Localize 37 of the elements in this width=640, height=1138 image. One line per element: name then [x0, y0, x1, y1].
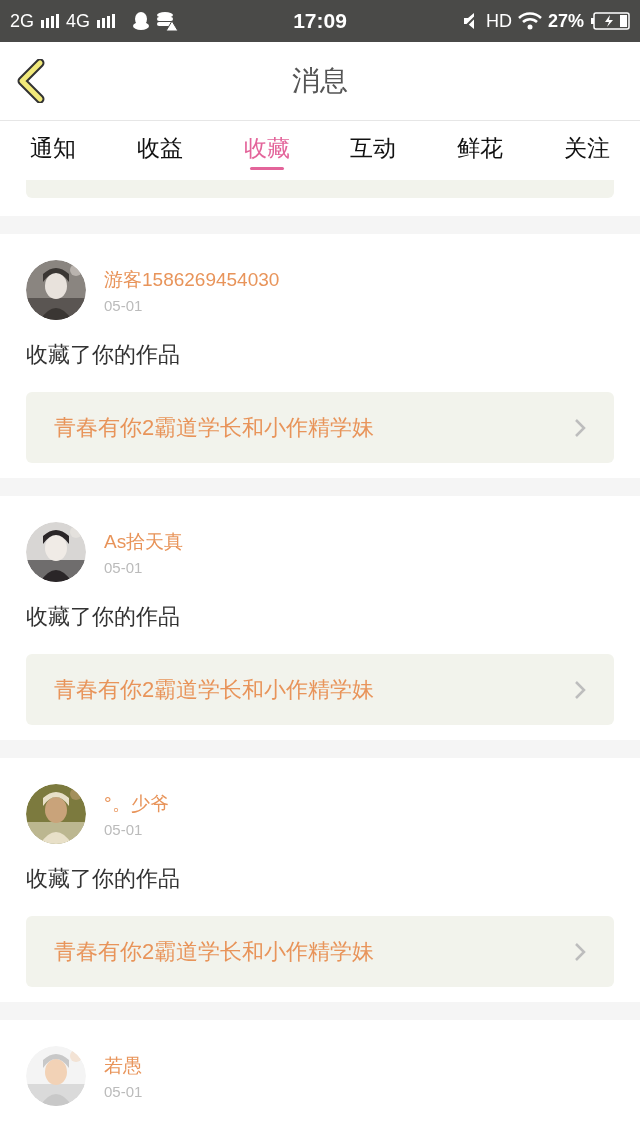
- work-link[interactable]: 青春有你2霸道学长和小作精学妹: [26, 654, 614, 725]
- user-name[interactable]: 若愚: [104, 1052, 143, 1079]
- hd-label: HD: [485, 10, 512, 32]
- user-name[interactable]: °。少爷: [104, 790, 169, 817]
- action-text: 收藏了你的作品: [26, 341, 181, 369]
- network-label: 2G: [10, 10, 34, 32]
- chevron-right-icon: [574, 941, 586, 962]
- tab[interactable]: 关注: [537, 121, 637, 180]
- user-name[interactable]: 游客1586269454030: [104, 266, 280, 293]
- date-text: 05-01: [104, 296, 144, 314]
- date-text: 05-01: [104, 820, 144, 838]
- clock-time: 17:09: [293, 9, 347, 33]
- wifi-icon: [517, 12, 542, 30]
- tab[interactable]: 通知: [4, 121, 103, 180]
- work-link[interactable]: 青春有你2霸道学长和小作精学妹: [26, 392, 614, 463]
- database-warning-icon: [156, 11, 179, 31]
- penguin-icon: [132, 11, 151, 31]
- chevron-right-icon: [574, 417, 586, 438]
- action-text: 收藏了你的作品: [26, 865, 181, 893]
- back-icon: [16, 59, 46, 103]
- tab[interactable]: 鲜花: [430, 121, 530, 180]
- date-text: 05-01: [104, 558, 144, 576]
- user-name[interactable]: As拾天真: [104, 528, 184, 555]
- battery-percent: 27%: [547, 10, 584, 32]
- work-link[interactable]: 青春有你2霸道学长和小作精学妹: [26, 916, 614, 987]
- signal-icon: [96, 14, 117, 28]
- date-text: 05-01: [104, 1082, 143, 1100]
- chevron-right-icon: [574, 679, 586, 700]
- action-text: 收藏了你的作品: [26, 603, 181, 631]
- tab[interactable]: 互动: [324, 121, 423, 180]
- battery-icon: [590, 12, 630, 30]
- network-label: 4G: [66, 10, 91, 32]
- page-title: 消息: [292, 64, 348, 98]
- tab[interactable]: 收益: [110, 121, 210, 180]
- signal-icon: [40, 14, 60, 28]
- back-button[interactable]: [16, 59, 46, 103]
- tab[interactable]: 收藏: [217, 121, 316, 180]
